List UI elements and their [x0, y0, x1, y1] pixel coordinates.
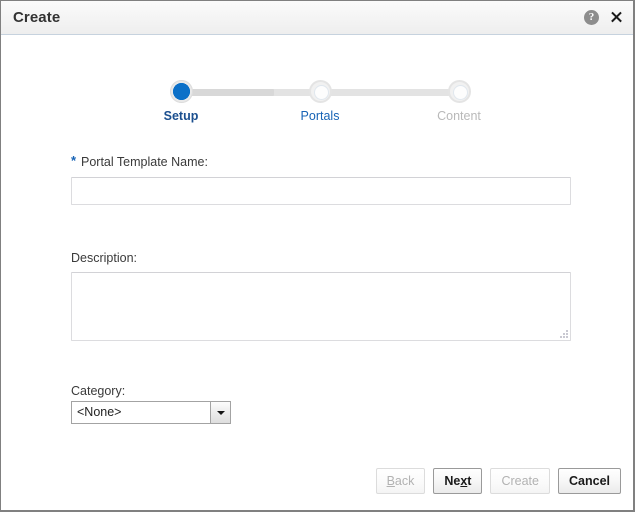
titlebar-actions: ?: [584, 1, 624, 34]
category-label: Category:: [71, 384, 125, 398]
dialog-footer: Back Next Create Cancel: [376, 468, 621, 494]
train-node-portals-icon: [309, 80, 332, 103]
close-icon[interactable]: [609, 10, 624, 25]
create-dialog: Create ? Setup Portals Content: [0, 0, 635, 512]
train-step-portals[interactable]: Portals: [274, 79, 366, 123]
next-button-label-pre: Ne: [444, 474, 460, 488]
dialog-body: Setup Portals Content * Portal Template …: [1, 35, 633, 510]
required-marker: *: [71, 153, 76, 168]
train-node-setup-icon: [170, 80, 193, 103]
back-button[interactable]: Back: [376, 468, 426, 494]
portal-template-name-label: Portal Template Name:: [81, 155, 208, 169]
cancel-button[interactable]: Cancel: [558, 468, 621, 494]
next-button[interactable]: Next: [433, 468, 482, 494]
description-label: Description:: [71, 251, 137, 265]
train-step-setup[interactable]: Setup: [135, 79, 227, 123]
train-node-content-icon: [448, 80, 471, 103]
description-field-wrapper: [71, 272, 571, 341]
chevron-down-icon[interactable]: [210, 402, 230, 423]
dialog-title: Create: [13, 9, 60, 26]
next-button-label-post: t: [467, 474, 471, 488]
wizard-train: Setup Portals Content: [156, 79, 486, 125]
portal-template-name-input[interactable]: [71, 177, 571, 205]
back-button-mnemonic: B: [387, 474, 395, 488]
back-button-label: ack: [395, 474, 414, 488]
train-step-content[interactable]: Content: [413, 79, 505, 123]
train-step-content-label: Content: [413, 109, 505, 123]
create-button[interactable]: Create: [490, 468, 550, 494]
train-step-portals-label: Portals: [274, 109, 366, 123]
dialog-titlebar: Create ?: [1, 1, 633, 35]
category-select-value: <None>: [72, 402, 210, 423]
description-textarea[interactable]: [71, 272, 571, 341]
category-select[interactable]: <None>: [71, 401, 231, 424]
help-icon[interactable]: ?: [584, 10, 599, 25]
train-step-setup-label: Setup: [135, 109, 227, 123]
